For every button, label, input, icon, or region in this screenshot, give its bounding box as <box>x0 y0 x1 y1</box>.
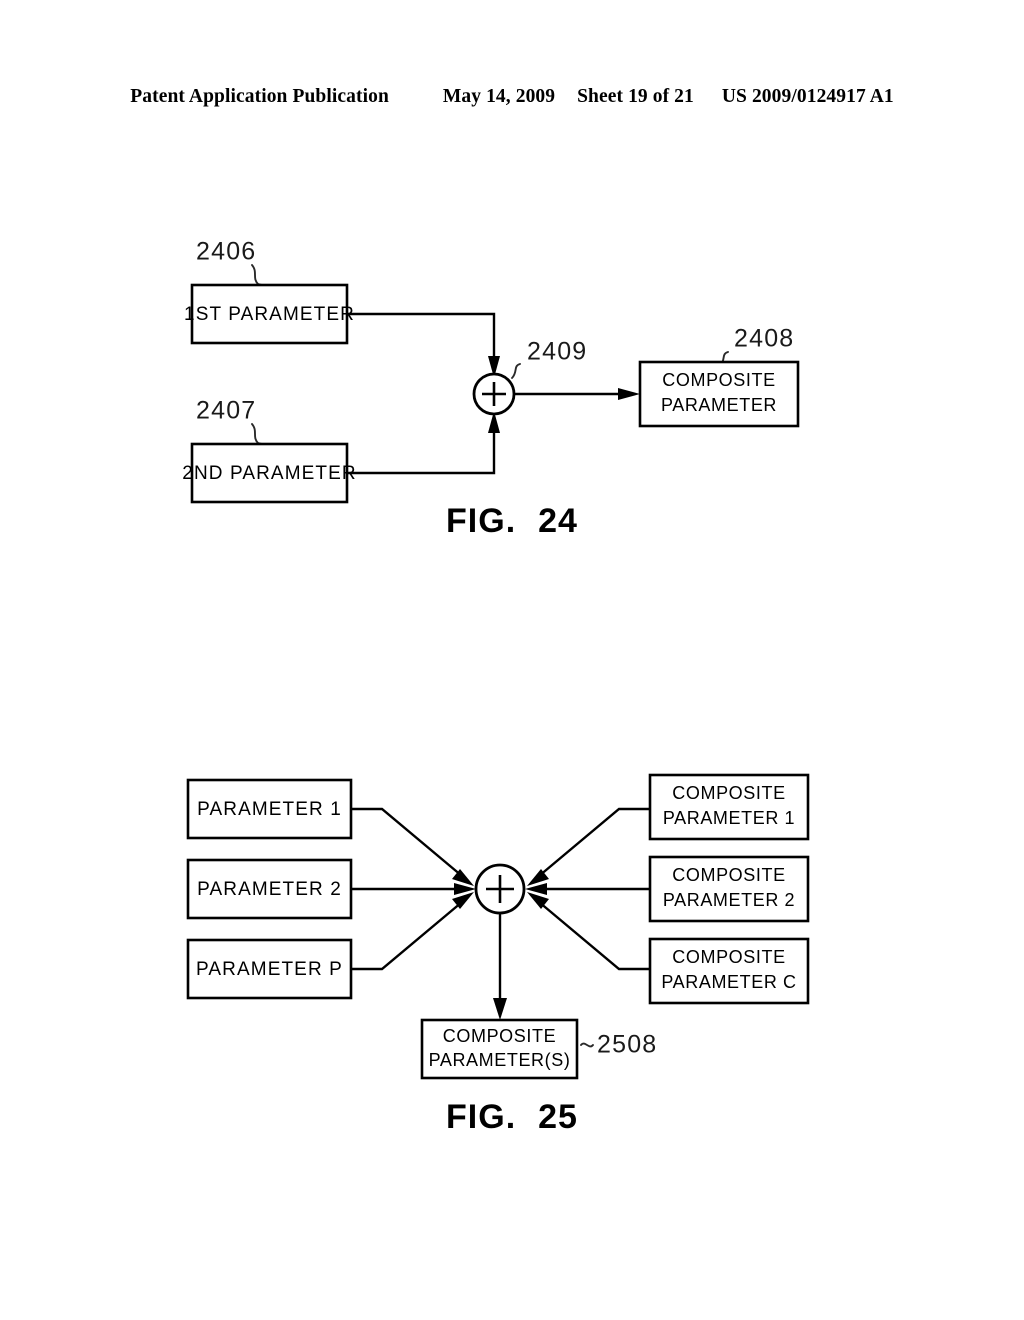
publication-date: May 14, 2009 <box>442 86 556 107</box>
arrowhead-junction-to-composite <box>618 388 640 400</box>
sheet-number: Sheet 19 of 21 <box>577 86 694 107</box>
ref-numeral-2508: 2508 <box>597 1031 657 1059</box>
block-parameter-p-label: PARAMETER P <box>196 959 343 980</box>
ref-numeral-2407: 2407 <box>196 397 256 425</box>
figure-25-caption-number: 25 <box>538 1098 578 1136</box>
block-first-parameter-label: 1ST PARAMETER <box>184 304 355 325</box>
block-composite-parameter-c-label-line2: PARAMETER C <box>661 972 796 992</box>
block-composite-parameter-2-label-line1: COMPOSITE <box>672 865 785 885</box>
connector-composite-1-to-junction <box>538 807 650 877</box>
lead-line-2508 <box>580 1042 594 1048</box>
block-composite-parameter-2-label-line2: PARAMETER 2 <box>663 890 795 910</box>
figure-24: 2406 1ST PARAMETER 2407 2ND PARAMETER 24… <box>0 220 1024 510</box>
block-output-label-line1: COMPOSITE <box>443 1026 556 1046</box>
patent-number: US 2009/0124917 A1 <box>721 86 894 107</box>
block-composite-parameter-1-label-line2: PARAMETER 1 <box>663 808 795 828</box>
figure-25-caption: FIG. 25 <box>0 1098 1024 1137</box>
connector-parameter-1-to-junction <box>351 807 463 877</box>
lead-line-2407 <box>251 423 263 445</box>
connector-second-to-junction <box>347 429 496 475</box>
ref-numeral-2409: 2409 <box>527 338 587 366</box>
connector-first-to-junction <box>347 312 496 360</box>
figure-25: PARAMETER 1 PARAMETER 2 PARAMETER P COMP… <box>0 770 1024 1080</box>
block-output-label-line2: PARAMETER(S) <box>429 1050 571 1070</box>
block-parameter-2-label: PARAMETER 2 <box>197 879 342 900</box>
block-parameter-1-label: PARAMETER 1 <box>197 799 342 820</box>
publication-title: Patent Application Publication <box>130 86 389 107</box>
lead-line-2406 <box>251 264 263 286</box>
block-composite-parameter-label-line2: PARAMETER <box>661 395 777 415</box>
figure-24-caption: FIG. 24 <box>0 502 1024 541</box>
connector-parameter-p-to-junction <box>351 901 463 971</box>
connector-composite-c-to-junction <box>538 901 650 971</box>
block-composite-parameter-label-line1: COMPOSITE <box>662 370 775 390</box>
block-composite-parameter-1-label-line1: COMPOSITE <box>672 783 785 803</box>
ref-numeral-2408: 2408 <box>734 325 794 353</box>
arrowhead-junction-to-output <box>493 998 507 1020</box>
lead-line-2409 <box>511 363 521 379</box>
block-second-parameter-label: 2ND PARAMETER <box>182 463 356 484</box>
figure-24-caption-number: 24 <box>538 502 578 540</box>
figure-25-caption-prefix: FIG. <box>446 1098 517 1136</box>
ref-numeral-2406: 2406 <box>196 238 256 266</box>
page-header: Patent Application Publication May 14, 2… <box>0 86 1024 108</box>
block-composite-parameter-c-label-line1: COMPOSITE <box>672 947 785 967</box>
figure-24-caption-prefix: FIG. <box>446 502 517 540</box>
